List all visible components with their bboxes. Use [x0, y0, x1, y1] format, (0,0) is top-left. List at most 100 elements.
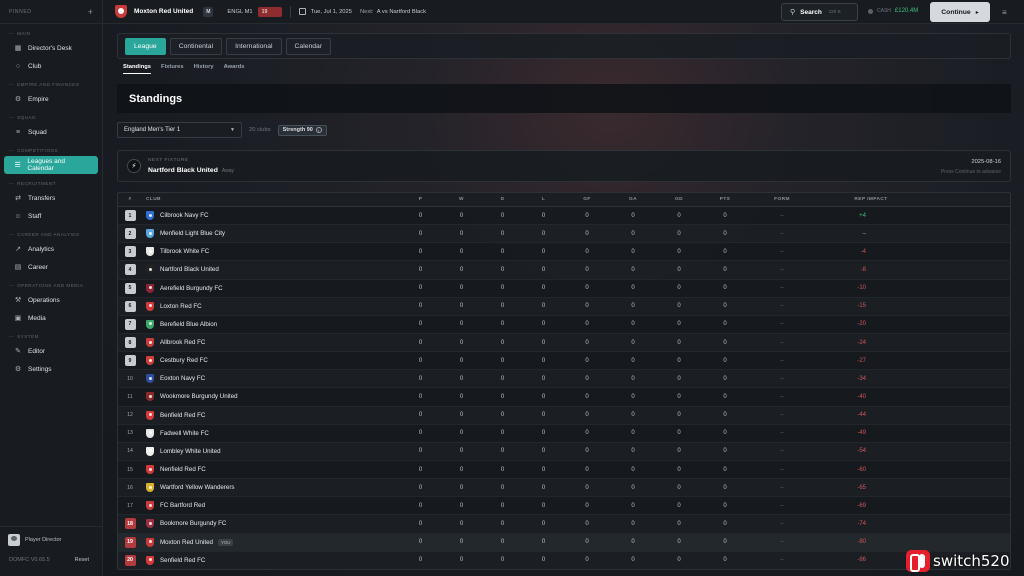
menu-icon[interactable]: ≡	[1002, 8, 1007, 17]
sidebar-item-leagues-and-calendar[interactable]: ☰ Leagues and Calendar	[4, 156, 98, 174]
sidebar-item-analytics[interactable]: ↗ Analytics	[4, 240, 98, 258]
user-profile[interactable]: Player Director	[0, 527, 103, 553]
club-cell[interactable]: Fadwell White FC	[142, 428, 400, 438]
header-w[interactable]: W	[441, 197, 482, 202]
club-cell[interactable]: Wartford Yellow Wanderers	[142, 483, 400, 493]
table-row[interactable]: 5 Aerefield Burgundy FC 0 0 0 0 0 0 0 0 – -10	[118, 280, 1010, 298]
sidebar-item-operations[interactable]: ⚒ Operations	[4, 291, 98, 309]
table-row[interactable]: 4 Nartford Black United 0 0 0 0 0 0 0 0 – -8	[118, 261, 1010, 280]
club-name[interactable]: Nenfield Red FC	[160, 466, 206, 473]
club-cell[interactable]: Aerefield Burgundy FC	[142, 283, 400, 293]
club-name[interactable]: Nartford Black United	[160, 266, 219, 273]
club-name[interactable]: Tilbrook White FC	[160, 248, 209, 255]
header-l[interactable]: L	[523, 197, 564, 202]
table-row[interactable]: 16 Wartford Yellow Wanderers 0 0 0 0 0 0 0 0 – -65	[118, 479, 1010, 498]
add-pin-icon[interactable]: +	[88, 7, 93, 17]
table-row[interactable]: 20 Senfield Red FC 0 0 0 0 0 0 0 0– -86	[118, 552, 1010, 569]
table-row[interactable]: 17 FC Bartford Red 0 0 0 0 0 0 0 0 – -69	[118, 497, 1010, 516]
club-name[interactable]: Fadwell White FC	[160, 430, 209, 437]
club-name[interactable]: Bookmore Burgundy FC	[160, 520, 226, 527]
header-ga[interactable]: GA	[610, 197, 656, 202]
club-name[interactable]: Wartford Yellow Wanderers	[160, 484, 235, 491]
club-cell[interactable]: Menfield Light Blue City	[142, 229, 400, 239]
subtab-standings[interactable]: Standings	[123, 64, 152, 74]
club-cell[interactable]: Nartford Black United	[142, 265, 400, 275]
club-cell[interactable]: Wookmore Burgundy United	[142, 392, 400, 402]
club-cell[interactable]: Lombley White United	[142, 446, 400, 456]
tab-continental[interactable]: Continental	[169, 37, 223, 55]
header-pts[interactable]: PTS	[702, 197, 748, 202]
table-row[interactable]: 19 Moxton Red United YOU 0 0 0 0 0 0 0 0 – -80	[118, 533, 1010, 552]
header-gd[interactable]: GD	[656, 197, 702, 202]
sidebar-item-editor[interactable]: ✎ Editor	[4, 342, 98, 360]
sidebar-item-director-s-desk[interactable]: ▦ Director's Desk	[4, 39, 98, 57]
tab-international[interactable]: International	[226, 37, 282, 55]
club-cell[interactable]: Loxton Red FC	[142, 301, 400, 311]
table-row[interactable]: 7 Berefield Blue Albion 0 0 0 0 0 0 0 0 – -20	[118, 316, 1010, 334]
table-row[interactable]: 13 Fadwell White FC 0 0 0 0 0 0 0 0 – -49	[118, 425, 1010, 443]
table-row[interactable]: 3 Tilbrook White FC 0 0 0 0 0 0 0 0 – -4	[118, 243, 1010, 262]
club-name[interactable]: Aerefield Burgundy FC	[160, 285, 223, 292]
table-row[interactable]: 15 Nenfield Red FC 0 0 0 0 0 0 0 0 – -60	[118, 461, 1010, 480]
table-row[interactable]: 2 Menfield Light Blue City 0 0 0 0 0 0 0 0 – –	[118, 225, 1010, 244]
search-button[interactable]: ⚲ Search Ctrl K	[781, 3, 858, 21]
club-cell[interactable]: Tilbrook White FC	[142, 247, 400, 257]
club-name[interactable]: Wookmore Burgundy United	[160, 393, 238, 400]
sidebar-item-career[interactable]: ▤ Career	[4, 258, 98, 276]
tab-calendar[interactable]: Calendar	[285, 37, 332, 55]
club-name[interactable]: Loxton Red FC	[160, 303, 202, 310]
subtab-awards[interactable]: Awards	[224, 64, 245, 74]
club-name[interactable]: Moxton Red United	[134, 8, 193, 15]
club-cell[interactable]: FC Bartford Red	[142, 501, 400, 511]
table-row[interactable]: 11 Wookmore Burgundy United 0 0 0 0 0 0 0 0 – -40	[118, 388, 1010, 407]
club-cell[interactable]: Senfield Red FC	[142, 555, 400, 565]
club-name[interactable]: Moxton Red United	[160, 539, 213, 546]
sidebar-item-empire[interactable]: ⚙ Empire	[4, 90, 98, 108]
club-cell[interactable]: Allbrook Red FC	[142, 338, 400, 348]
subtab-history[interactable]: History	[194, 64, 214, 74]
header-gf[interactable]: GF	[564, 197, 610, 202]
header-p[interactable]: P	[400, 197, 441, 202]
subtab-fixtures[interactable]: Fixtures	[161, 64, 184, 74]
header-d[interactable]: D	[482, 197, 523, 202]
sidebar-item-squad[interactable]: ≡ Squad	[4, 123, 98, 141]
club-cell[interactable]: Moxton Red United YOU	[142, 537, 400, 547]
sidebar-item-settings[interactable]: ⚙ Settings	[4, 360, 98, 378]
club-cell[interactable]: Benfield Red FC	[142, 410, 400, 420]
header-club[interactable]: CLUB	[142, 197, 400, 202]
sidebar-item-transfers[interactable]: ⇄ Transfers	[4, 189, 98, 207]
club-name[interactable]: FC Bartford Red	[160, 502, 205, 509]
table-row[interactable]: 18 Bookmore Burgundy FC 0 0 0 0 0 0 0 0 – -74	[118, 515, 1010, 534]
sidebar-item-staff[interactable]: ☺ Staff	[4, 207, 98, 225]
header-pos[interactable]: #	[118, 197, 142, 202]
club-name[interactable]: Benfield Red FC	[160, 412, 205, 419]
club-name[interactable]: Cestbury Red FC	[160, 357, 208, 364]
strength-badge[interactable]: Strength 90 i	[277, 124, 327, 136]
club-name[interactable]: Menfield Light Blue City	[160, 230, 225, 237]
club-name[interactable]: Lombley White United	[160, 448, 221, 455]
table-row[interactable]: 10 Eoxton Navy FC 0 0 0 0 0 0 0 0 – -34	[118, 370, 1010, 389]
sidebar-item-media[interactable]: ▣ Media	[4, 309, 98, 327]
club-cell[interactable]: Bookmore Burgundy FC	[142, 519, 400, 529]
table-row[interactable]: 12 Benfield Red FC 0 0 0 0 0 0 0 0 – -44	[118, 407, 1010, 425]
club-name[interactable]: Allbrook Red FC	[160, 339, 205, 346]
club-cell[interactable]: Cestbury Red FC	[142, 356, 400, 366]
club-cell[interactable]: Cilbrook Navy FC	[142, 211, 400, 221]
club-cell[interactable]: Nenfield Red FC	[142, 465, 400, 475]
club-cell[interactable]: Eoxton Navy FC	[142, 374, 400, 384]
table-row[interactable]: 1 Cilbrook Navy FC 0 0 0 0 0 0 0 0 – +4	[118, 207, 1010, 226]
club-name[interactable]: Eoxton Navy FC	[160, 375, 205, 382]
club-cell[interactable]: Berefield Blue Albion	[142, 319, 400, 329]
reset-button[interactable]: Reset	[75, 557, 89, 563]
tab-league[interactable]: League	[125, 37, 166, 55]
table-row[interactable]: 14 Lombley White United 0 0 0 0 0 0 0 0 – -54	[118, 443, 1010, 461]
club-name[interactable]: Berefield Blue Albion	[160, 321, 217, 328]
club-name[interactable]: Senfield Red FC	[160, 557, 205, 564]
sidebar-item-club[interactable]: ○ Club	[4, 57, 98, 75]
continue-button[interactable]: Continue ▸	[930, 2, 990, 22]
club-name[interactable]: Cilbrook Navy FC	[160, 212, 208, 219]
table-row[interactable]: 8 Allbrook Red FC 0 0 0 0 0 0 0 0 – -24	[118, 334, 1010, 353]
league-select[interactable]: England Men's Tier 1 ▼	[117, 122, 242, 138]
next-fixture-card[interactable]: ⚡ NEXT FIXTURE Nartford Black United Away…	[117, 150, 1011, 182]
table-row[interactable]: 6 Loxton Red FC 0 0 0 0 0 0 0 0 – -15	[118, 298, 1010, 316]
